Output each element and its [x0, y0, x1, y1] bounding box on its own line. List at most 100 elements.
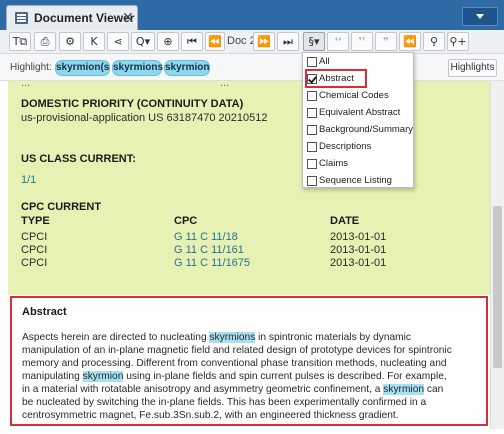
- section-option-label: Chemical Codes: [319, 90, 389, 101]
- window-menu-button[interactable]: [462, 7, 498, 26]
- highlighted-term: skyrmion: [82, 371, 124, 382]
- abstract-text: using in-plane fields and spin current p…: [123, 371, 447, 382]
- highlights-button[interactable]: Highlights: [448, 59, 497, 77]
- close-icon[interactable]: ✕: [122, 9, 134, 26]
- quote-prev-button[interactable]: ❛❛: [327, 32, 349, 51]
- zoom-button[interactable]: ⊕: [157, 32, 179, 51]
- section-option-label: All: [319, 56, 330, 67]
- cut-off-text: ...: [220, 81, 230, 89]
- previous-icon: ⏪: [208, 35, 222, 48]
- zoom-icon: ⊕: [163, 35, 173, 48]
- section-option-chemical-codes[interactable]: Chemical Codes: [303, 88, 413, 105]
- cpc-row-type: CPCI: [21, 231, 48, 243]
- cpc-row-date: 2013-01-01: [330, 244, 387, 256]
- section-option-descriptions[interactable]: Descriptions: [303, 139, 413, 156]
- checkbox[interactable]: [307, 108, 317, 118]
- abstract-line: Aspects herein are directed to nucleatin…: [22, 332, 411, 343]
- cpc-row-type: CPCI: [21, 244, 48, 256]
- section-option-all[interactable]: All: [303, 54, 413, 71]
- section-icon: §▾: [308, 35, 320, 48]
- tag-button[interactable]: ⚲: [423, 32, 445, 51]
- us-class-heading: US CLASS CURRENT:: [21, 153, 136, 165]
- next-doc-button[interactable]: ⏩: [253, 32, 275, 51]
- abstract-line: memory and processing. Different from co…: [22, 358, 447, 369]
- previous-hit-icon: ⏪: [403, 35, 417, 48]
- quote-icon: ❜❜: [358, 35, 366, 48]
- domestic-priority-value: us-provisional-application US 63187470 2…: [21, 112, 268, 124]
- first-icon: ⏮: [187, 35, 197, 48]
- highlighted-term: skyrmions: [209, 332, 256, 343]
- last-doc-button[interactable]: ⏭: [277, 32, 299, 51]
- checkbox[interactable]: [307, 176, 317, 186]
- chevron-down-icon: [476, 14, 484, 19]
- highlight-label: Highlight:: [10, 62, 52, 73]
- first-doc-button[interactable]: ⏮: [181, 32, 203, 51]
- section-option-label: Equivalent Abstract: [319, 107, 401, 118]
- tag-add-icon: ⚲+: [449, 35, 467, 48]
- document-icon: [15, 12, 28, 24]
- checkbox[interactable]: [307, 159, 317, 169]
- checkbox[interactable]: [307, 74, 317, 84]
- section-option-label: Background/Summary: [319, 124, 413, 135]
- section-option-label: Claims: [319, 158, 349, 169]
- cpc-row-code-link[interactable]: G 11 C 11/161: [174, 244, 244, 256]
- highlight-term-chip[interactable]: skyrmions: [112, 60, 163, 76]
- prev-doc-button[interactable]: ⏪: [205, 32, 225, 51]
- checkbox[interactable]: [307, 142, 317, 152]
- quote-icon: ❞: [383, 35, 389, 48]
- section-dropdown-menu: All Abstract Chemical Codes Equivalent Abst…: [302, 52, 414, 188]
- next-icon: ⏩: [257, 35, 271, 48]
- tab-bar: Document Viewer ✕: [0, 0, 504, 30]
- quote-next-button[interactable]: ❜❜: [351, 32, 373, 51]
- checkbox[interactable]: [307, 57, 317, 67]
- abstract-line: in a material with rotatable anisotropy …: [22, 384, 443, 395]
- hit-prev-button[interactable]: ⏪: [399, 32, 421, 51]
- share-button[interactable]: ⋖: [107, 32, 129, 51]
- highlight-term-chip[interactable]: skyrmion(s: [55, 60, 110, 76]
- cut-off-text: ...: [21, 81, 31, 89]
- print-button[interactable]: ⎙: [34, 32, 56, 51]
- collapse-button[interactable]: K: [83, 32, 105, 51]
- abstract-text: can: [424, 384, 444, 395]
- settings-button[interactable]: ⚙: [59, 32, 81, 51]
- checkbox[interactable]: [307, 125, 317, 135]
- abstract-text: memory and processing. Different from co…: [22, 358, 447, 369]
- us-class-link[interactable]: 1/1: [21, 174, 36, 186]
- gear-icon: ⚙: [65, 35, 75, 48]
- section-option-abstract[interactable]: Abstract: [303, 71, 413, 88]
- cpc-column-cpc: CPC: [174, 215, 198, 227]
- cpc-heading: CPC CURRENT: [21, 201, 102, 213]
- section-button[interactable]: §▾: [303, 32, 325, 51]
- section-option-sequence-listing[interactable]: Sequence Listing: [303, 173, 413, 190]
- quote-all-button[interactable]: ❞: [375, 32, 397, 51]
- highlight-bar: Highlight: skyrmion(s skyrmions skyrmion…: [0, 54, 504, 81]
- tag-add-button[interactable]: ⚲+: [447, 32, 469, 51]
- last-icon: ⏭: [283, 35, 293, 48]
- abstract-text: in spintronic materials by dynamic: [255, 332, 412, 343]
- abstract-text: manipulation of an in-plane magnetic fie…: [22, 345, 452, 356]
- text-size-button[interactable]: T⧉: [9, 32, 31, 51]
- section-option-claims[interactable]: Claims: [303, 156, 413, 173]
- section-option-label: Descriptions: [319, 141, 372, 152]
- abstract-text: be nucleated by switching the in-plane f…: [22, 397, 427, 408]
- abstract-line: centrosymmetric magnet, Fe.sub.3Sn.sub.2…: [22, 410, 399, 421]
- tag-icon: ⚲: [429, 35, 439, 48]
- abstract-line: manipulating skyrmion using in-plane fie…: [22, 371, 447, 382]
- cpc-row-date: 2013-01-01: [330, 231, 387, 243]
- highlight-term-chip[interactable]: skyrmion: [164, 60, 210, 76]
- vertical-scrollbar[interactable]: [490, 81, 504, 429]
- search-button[interactable]: Q▾: [131, 32, 155, 51]
- cpc-row-code-link[interactable]: G 11 C 11/1675: [174, 257, 250, 269]
- tab-document-viewer[interactable]: Document Viewer ✕: [6, 5, 138, 30]
- share-icon: ⋖: [113, 35, 123, 48]
- checkbox[interactable]: [307, 91, 317, 101]
- highlighted-term: skyrmion: [383, 384, 425, 395]
- abstract-title: Abstract: [22, 306, 67, 318]
- cpc-row-code-link[interactable]: G 11 C 11/18: [174, 231, 238, 243]
- domestic-priority-heading: DOMESTIC PRIORITY (CONTINUITY DATA): [21, 98, 244, 110]
- section-option-equivalent-abstract[interactable]: Equivalent Abstract: [303, 105, 413, 122]
- scrollbar-thumb[interactable]: [493, 206, 502, 368]
- quote-icon: ❛❛: [334, 35, 342, 48]
- cpc-row-type: CPCI: [21, 257, 48, 269]
- section-option-background-summary[interactable]: Background/Summary: [303, 122, 413, 139]
